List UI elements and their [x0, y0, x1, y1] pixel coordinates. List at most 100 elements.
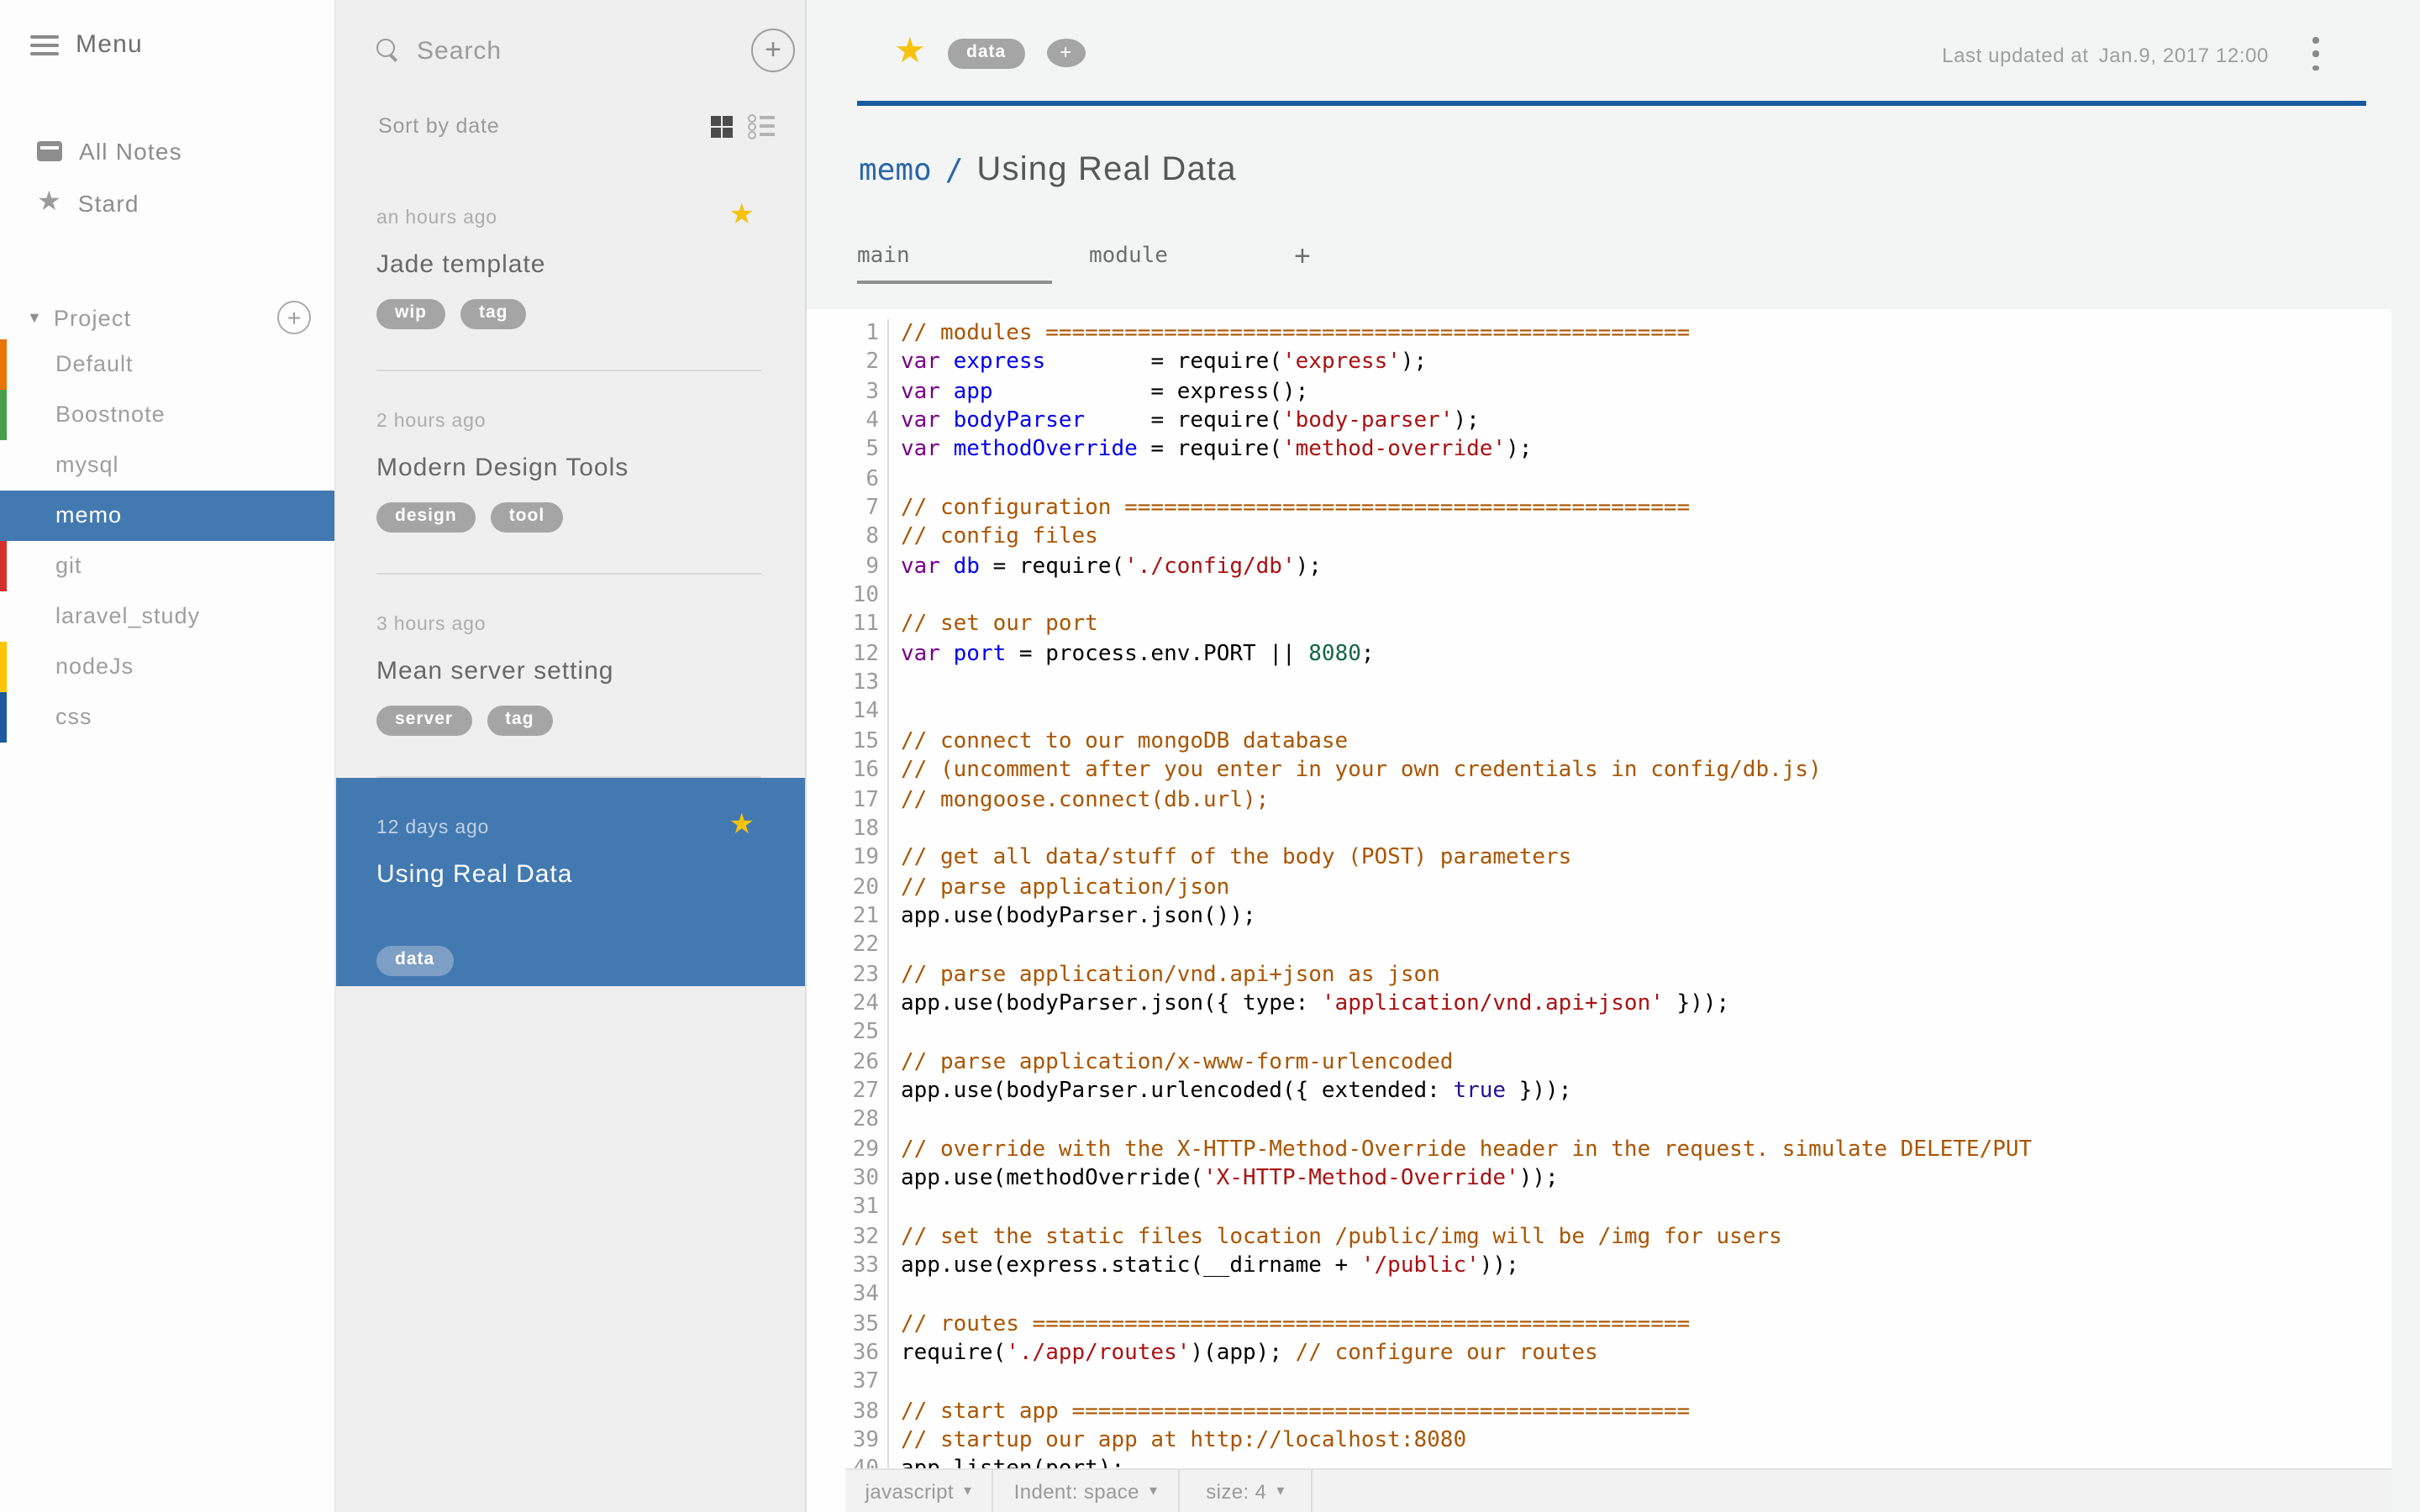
- line-number: 37: [807, 1368, 889, 1398]
- line-number: 8: [807, 522, 889, 553]
- star-toggle-icon[interactable]: ★: [894, 34, 926, 69]
- caret-down-icon: ▾: [963, 1482, 972, 1499]
- code-line: 35 // routes ============================…: [807, 1310, 2391, 1340]
- line-number: 33: [807, 1252, 889, 1281]
- add-folder-button[interactable]: +: [277, 301, 311, 334]
- note-list-panel: + Sort by date an hours ago ★ Jade templat…: [336, 0, 807, 1512]
- code-text: var db = require('./config/db');: [901, 554, 1322, 580]
- code-line: 31: [807, 1193, 2391, 1223]
- grid-view-icon[interactable]: [711, 115, 733, 137]
- code-line: 8 // config files: [807, 522, 2391, 553]
- note-list-item[interactable]: 3 hours ago Mean server setting server tag: [336, 575, 805, 778]
- folder-color-bar: [0, 642, 7, 692]
- menu-button[interactable]: Menu: [30, 30, 143, 59]
- list-view-icon[interactable]: [748, 115, 775, 137]
- sort-by-dropdown[interactable]: Sort by date: [378, 114, 711, 138]
- code-line: 7 // configuration ======================…: [807, 494, 2391, 523]
- tab-main[interactable]: main: [857, 232, 1052, 284]
- search-input[interactable]: [417, 36, 751, 65]
- boostnote-window: Menu All Notes ★ Stard ▼ Project + Defau…: [0, 0, 2420, 1512]
- hamburger-icon: [30, 34, 59, 55]
- line-number: 25: [807, 1018, 889, 1048]
- search-bar: +: [376, 24, 795, 77]
- code-text: // start app ===========================…: [901, 1399, 1691, 1425]
- note-time: 2 hours ago: [376, 412, 487, 432]
- code-text: var methodOverride = require('method-ove…: [901, 437, 1533, 463]
- header-divider: [857, 101, 2366, 106]
- note-list-item[interactable]: an hours ago ★ Jade template wip tag: [336, 168, 805, 371]
- code-line: 5 var methodOverride = require('method-ov…: [807, 435, 2391, 465]
- code-text: // modules =============================…: [901, 321, 1691, 346]
- code-text: // override with the X-HTTP-Method-Overr…: [901, 1137, 2033, 1163]
- language-dropdown[interactable]: javascript ▾: [845, 1470, 993, 1512]
- sidebar-item-all-notes[interactable]: All Notes: [37, 138, 182, 165]
- add-tab-button[interactable]: +: [1294, 240, 1311, 274]
- code-text: app.use(bodyParser.json());: [901, 903, 1256, 929]
- line-number: 2: [807, 348, 889, 378]
- code-text: // (uncomment after you enter in your ow…: [901, 758, 1822, 784]
- add-tag-button[interactable]: +: [1046, 39, 1086, 68]
- code-line: 2 var express = require('express');: [807, 348, 2391, 378]
- line-number: 28: [807, 1105, 889, 1136]
- note-title: Using Real Data: [376, 860, 573, 889]
- code-text: // parse application/json: [901, 874, 1230, 900]
- tag-pill[interactable]: data: [948, 39, 1025, 68]
- line-number: 18: [807, 814, 889, 844]
- sidebar: Menu All Notes ★ Stard ▼ Project + Defau…: [0, 0, 336, 1512]
- note-title: Jade template: [376, 250, 546, 279]
- tag-pill: tag: [460, 299, 527, 328]
- code-line: 17 // mongoose.connect(db.url);: [807, 785, 2391, 815]
- note-list-item[interactable]: 2 hours ago Modern Design Tools design tool: [336, 371, 805, 575]
- menu-label: Menu: [76, 30, 143, 59]
- breadcrumb-folder[interactable]: memo: [859, 153, 932, 188]
- kebab-menu-icon[interactable]: [2306, 37, 2326, 71]
- tag-pill: tool: [490, 502, 564, 532]
- caret-down-icon: ▾: [1149, 1482, 1158, 1499]
- code-line: 13: [807, 669, 2391, 698]
- indent-dropdown[interactable]: Indent: space ▾: [993, 1470, 1180, 1512]
- code-text: // routes ==============================…: [901, 1311, 1691, 1337]
- sidebar-folder-git[interactable]: git: [0, 541, 334, 591]
- code-area: 1 // modules ============================…: [807, 309, 2391, 1485]
- code-line: 34: [807, 1280, 2391, 1310]
- code-line: 24 app.use(bodyParser.json({ type: 'appli…: [807, 989, 2391, 1019]
- new-note-button[interactable]: +: [751, 29, 795, 72]
- folder-label: Boostnote: [55, 402, 166, 427]
- folder-label: nodeJs: [55, 654, 134, 679]
- sidebar-folder-nodeJs[interactable]: nodeJs: [0, 642, 334, 692]
- note-list-item[interactable]: 12 days ago ★ Using Real Data data: [336, 778, 805, 986]
- code-text: var port = process.env.PORT || 8080;: [901, 641, 1375, 667]
- indent-size-dropdown[interactable]: size: 4 ▾: [1180, 1470, 1313, 1512]
- code-line: 10: [807, 581, 2391, 611]
- editor-status-bar: javascript ▾ Indent: space ▾ size: 4 ▾: [845, 1468, 2391, 1512]
- all-notes-icon: [37, 141, 62, 161]
- project-header[interactable]: ▼ Project +: [27, 299, 311, 336]
- sidebar-folder-Boostnote[interactable]: Boostnote: [0, 390, 334, 440]
- sidebar-folder-memo[interactable]: memo: [0, 491, 334, 541]
- line-number: 30: [807, 1163, 889, 1194]
- sidebar-item-starred[interactable]: ★ Stard: [37, 189, 139, 217]
- code-text: var app = express();: [901, 379, 1309, 405]
- code-line: 29 // override with the X-HTTP-Method-Ove…: [807, 1135, 2391, 1164]
- line-number: 38: [807, 1397, 889, 1427]
- code-text: require('./app/routes')(app); // configu…: [901, 1341, 1598, 1367]
- code-line: 37: [807, 1368, 2391, 1398]
- tab-module[interactable]: module: [1089, 232, 1223, 284]
- project-label: Project: [53, 305, 132, 330]
- sidebar-folder-mysql[interactable]: mysql: [0, 440, 334, 491]
- folder-label: laravel_study: [55, 603, 201, 628]
- sidebar-folder-laravel_study[interactable]: laravel_study: [0, 591, 334, 642]
- sidebar-folder-css[interactable]: css: [0, 692, 334, 743]
- code-text: // get all data/stuff of the body (POST)…: [901, 845, 1572, 871]
- code-line: 20 // parse application/json: [807, 873, 2391, 902]
- line-number: 34: [807, 1280, 889, 1310]
- note-title-field[interactable]: Using Real Data: [976, 151, 1236, 190]
- sidebar-folder-Default[interactable]: Default: [0, 339, 334, 390]
- tag-pill: data: [376, 946, 454, 975]
- last-updated-value: Jan.9, 2017 12:00: [2098, 44, 2269, 67]
- code-editor[interactable]: 1 // modules ============================…: [807, 309, 2391, 1512]
